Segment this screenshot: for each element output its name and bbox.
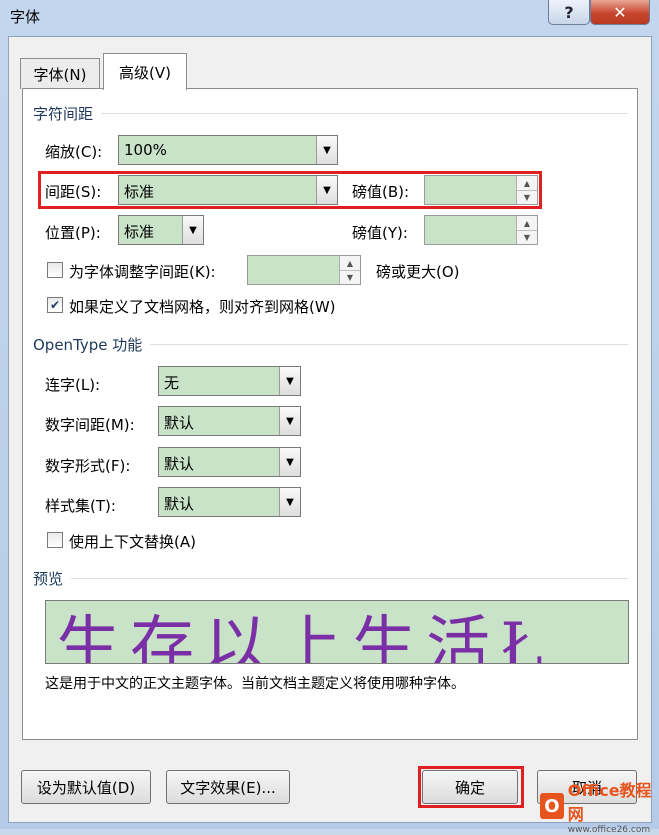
num-spacing-combo[interactable]: 默认 ▼ <box>158 406 301 436</box>
ligatures-label: 连字(L): <box>45 376 101 394</box>
kerning-label: 为字体调整字间距(K): <box>69 263 216 281</box>
opentype-group: OpenType 功能 <box>33 334 628 355</box>
spin-down-icon[interactable]: ▼ <box>340 270 360 284</box>
scale-label: 缩放(C): <box>45 143 103 161</box>
ligatures-combo[interactable]: 无 ▼ <box>158 366 301 396</box>
chevron-down-icon[interactable]: ▼ <box>279 448 300 476</box>
ligatures-value: 无 <box>164 374 180 392</box>
contextual-label: 使用上下文替换(A) <box>69 533 196 551</box>
position-pt-spinner[interactable]: ▲ ▼ <box>424 215 538 245</box>
spinner-arrows[interactable]: ▲ ▼ <box>339 256 360 284</box>
tab-font-label: 字体(N) <box>33 65 87 84</box>
chevron-down-icon[interactable]: ▼ <box>279 488 300 516</box>
kerning-spinner[interactable]: ▲ ▼ <box>247 255 361 285</box>
chevron-down-icon[interactable]: ▼ <box>182 216 203 244</box>
stylistic-value: 默认 <box>164 495 195 513</box>
tab-font[interactable]: 字体(N) <box>20 58 100 89</box>
text-effects-button[interactable]: 文字效果(E)... <box>166 770 290 804</box>
stylistic-combo[interactable]: 默认 ▼ <box>158 487 301 517</box>
watermark-url: www.office26.com <box>567 825 651 835</box>
scale-value: 100% <box>124 141 167 159</box>
group-divider <box>71 578 628 579</box>
kerning-suffix: 磅或更大(O) <box>376 263 460 281</box>
num-forms-value: 默认 <box>164 455 195 473</box>
group-divider <box>101 113 628 114</box>
num-spacing-label: 数字间距(M): <box>45 416 135 434</box>
watermark-brand: Office教程网 <box>567 781 652 824</box>
num-forms-label: 数字形式(F): <box>45 457 131 475</box>
close-button[interactable]: ✕ <box>590 0 650 25</box>
preview-description: 这是用于中文的正文主题字体。当前文档主题定义将使用哪种字体。 <box>45 676 465 692</box>
dialog-frame: 字体 ? ✕ 字体(N) 高级(V) 字符间距 缩放(C): 100% ▼ 间距(… <box>0 0 659 835</box>
dialog-title: 字体 <box>10 8 41 26</box>
grid-checkbox[interactable]: ✔ <box>47 297 63 313</box>
chevron-down-icon[interactable]: ▼ <box>316 136 337 164</box>
office-logo-icon: O <box>540 793 564 819</box>
checkmark-icon: ✔ <box>49 298 61 312</box>
chevron-down-icon[interactable]: ▼ <box>279 407 300 435</box>
chevron-down-icon[interactable]: ▼ <box>279 367 300 395</box>
char-spacing-group: 字符间距 <box>33 103 628 124</box>
spinner-arrows[interactable]: ▲ ▼ <box>516 216 537 244</box>
watermark-logo: O Office教程网 www.office26.com <box>540 781 659 835</box>
position-value: 标准 <box>124 223 155 241</box>
num-spacing-value: 默认 <box>164 414 195 432</box>
contextual-checkbox[interactable] <box>47 532 63 548</box>
char-spacing-group-title: 字符间距 <box>33 105 94 123</box>
num-forms-combo[interactable]: 默认 ▼ <box>158 447 301 477</box>
spin-up-icon[interactable]: ▲ <box>517 216 537 230</box>
highlight-box-spacing <box>38 171 542 209</box>
opentype-group-title: OpenType 功能 <box>33 336 143 354</box>
grid-label: 如果定义了文档网格，则对齐到网格(W) <box>69 298 336 316</box>
highlight-box-ok <box>418 766 524 808</box>
position-pt-label: 磅值(Y): <box>352 224 408 242</box>
preview-group-title: 预览 <box>33 570 64 588</box>
tab-advanced-label: 高级(V) <box>119 63 171 82</box>
kerning-checkbox[interactable] <box>47 262 63 278</box>
preview-group: 预览 <box>33 568 628 589</box>
set-default-button[interactable]: 设为默认值(D) <box>21 770 151 804</box>
preview-box: 生存以上生活Ł <box>45 600 629 664</box>
preview-sample: 生存以上生活Ł <box>56 610 553 664</box>
stylistic-label: 样式集(T): <box>45 497 116 515</box>
tab-advanced[interactable]: 高级(V) <box>103 53 187 90</box>
help-button[interactable]: ? <box>548 0 590 25</box>
position-combo[interactable]: 标准 ▼ <box>118 215 204 245</box>
group-divider <box>150 344 628 345</box>
spin-down-icon[interactable]: ▼ <box>517 230 537 244</box>
spin-up-icon[interactable]: ▲ <box>340 256 360 270</box>
position-label: 位置(P): <box>45 224 101 242</box>
scale-combo[interactable]: 100% ▼ <box>118 135 338 165</box>
